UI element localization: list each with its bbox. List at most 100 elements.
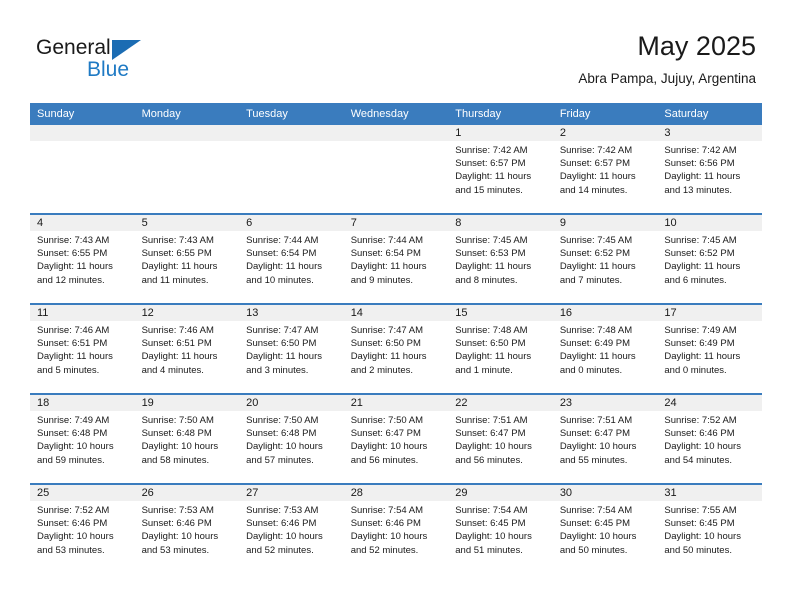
day-details: Sunrise: 7:53 AM Sunset: 6:46 PM Daylight:… bbox=[239, 501, 344, 557]
day-details: Sunrise: 7:54 AM Sunset: 6:46 PM Daylight:… bbox=[344, 501, 449, 557]
calendar-day-cell[interactable]: 27 Sunrise: 7:53 AM Sunset: 6:46 PM Dayligh… bbox=[239, 485, 344, 573]
daylight-text: Daylight: 11 hours and 14 minutes. bbox=[559, 171, 636, 196]
daylight-text: Daylight: 10 hours and 57 minutes. bbox=[246, 441, 323, 466]
calendar-day-cell[interactable]: 20 Sunrise: 7:50 AM Sunset: 6:48 PM Dayligh… bbox=[239, 395, 344, 483]
sunset-text: Sunset: 6:49 PM bbox=[559, 338, 631, 350]
calendar-day-cell[interactable]: 8 Sunrise: 7:45 AM Sunset: 6:53 PM Daylight… bbox=[448, 215, 553, 303]
weekday-header-thursday: Thursday bbox=[455, 108, 502, 120]
daylight-text: Daylight: 11 hours and 5 minutes. bbox=[37, 351, 113, 376]
calendar-day-cell[interactable]: 4 Sunrise: 7:43 AM Sunset: 6:55 PM Daylight… bbox=[30, 215, 135, 303]
weekday-header-row: Sunday Monday Tuesday Wednesday Thursday… bbox=[30, 103, 762, 125]
sunset-text: Sunset: 6:49 PM bbox=[664, 338, 735, 350]
calendar-day-cell[interactable]: 2 Sunrise: 7:42 AM Sunset: 6:57 PM Daylight… bbox=[552, 125, 658, 213]
day-number: 28 bbox=[343, 485, 449, 501]
calendar-day-cell[interactable]: 10 Sunrise: 7:45 AM Sunset: 6:52 PM Dayligh… bbox=[657, 215, 762, 303]
day-number: 9 bbox=[552, 215, 658, 231]
sunset-text: Sunset: 6:50 PM bbox=[455, 338, 526, 350]
calendar-day-cell[interactable]: 13 Sunrise: 7:47 AM Sunset: 6:50 PM Dayligh… bbox=[239, 305, 344, 393]
calendar-day-cell[interactable]: 15 Sunrise: 7:48 AM Sunset: 6:50 PM Dayligh… bbox=[448, 305, 553, 393]
calendar-day-cell-empty bbox=[239, 125, 344, 213]
daylight-text: Daylight: 10 hours and 59 minutes. bbox=[37, 441, 114, 466]
calendar-day-cell[interactable]: 19 Sunrise: 7:50 AM Sunset: 6:48 PM Dayligh… bbox=[134, 395, 240, 483]
title-block: May 2025 Abra Pampa, Jujuy, Argentina bbox=[578, 30, 756, 88]
calendar-day-cell[interactable]: 17 Sunrise: 7:49 AM Sunset: 6:49 PM Dayligh… bbox=[657, 305, 762, 393]
day-number: 20 bbox=[239, 395, 344, 411]
sunset-text: Sunset: 6:57 PM bbox=[559, 158, 631, 170]
sunset-text: Sunset: 6:45 PM bbox=[455, 518, 526, 530]
day-number: 23 bbox=[552, 395, 658, 411]
sunrise-text: Sunrise: 7:50 AM bbox=[350, 415, 424, 426]
sunrise-text: Sunrise: 7:54 AM bbox=[350, 505, 424, 516]
daylight-text: Daylight: 11 hours and 0 minutes. bbox=[664, 351, 741, 376]
day-details: Sunrise: 7:54 AM Sunset: 6:45 PM Daylight:… bbox=[553, 501, 658, 557]
calendar-day-cell[interactable]: 18 Sunrise: 7:49 AM Sunset: 6:48 PM Dayligh… bbox=[30, 395, 135, 483]
day-number: 12 bbox=[134, 305, 240, 321]
calendar-day-cell[interactable]: 21 Sunrise: 7:50 AM Sunset: 6:47 PM Dayligh… bbox=[343, 395, 449, 483]
daylight-text: Daylight: 10 hours and 55 minutes. bbox=[559, 441, 637, 466]
day-number: 16 bbox=[552, 305, 658, 321]
day-number: 22 bbox=[448, 395, 553, 411]
day-number: 25 bbox=[30, 485, 135, 501]
page-header: General Blue May 2025 Abra Pampa, Jujuy,… bbox=[0, 0, 792, 103]
day-number: 10 bbox=[657, 215, 762, 231]
calendar-day-cell[interactable]: 28 Sunrise: 7:54 AM Sunset: 6:46 PM Dayligh… bbox=[343, 485, 449, 573]
day-number: 15 bbox=[448, 305, 553, 321]
calendar-day-cell[interactable]: 3 Sunrise: 7:42 AM Sunset: 6:56 PM Daylight… bbox=[657, 125, 762, 213]
day-number: 31 bbox=[657, 485, 762, 501]
day-number: 8 bbox=[448, 215, 553, 231]
sunrise-text: Sunrise: 7:44 AM bbox=[246, 235, 319, 246]
day-details: Sunrise: 7:45 AM Sunset: 6:52 PM Daylight:… bbox=[553, 231, 658, 287]
calendar-day-cell[interactable]: 29 Sunrise: 7:54 AM Sunset: 6:45 PM Dayligh… bbox=[448, 485, 553, 573]
sunset-text: Sunset: 6:47 PM bbox=[559, 428, 631, 440]
calendar-day-cell[interactable]: 24 Sunrise: 7:52 AM Sunset: 6:46 PM Dayligh… bbox=[657, 395, 762, 483]
day-number: 6 bbox=[239, 215, 344, 231]
weekday-header-tuesday: Tuesday bbox=[246, 108, 288, 120]
calendar-day-cell[interactable]: 7 Sunrise: 7:44 AM Sunset: 6:54 PM Daylight… bbox=[343, 215, 449, 303]
weekday-header-saturday: Saturday bbox=[664, 108, 709, 120]
page-subtitle: Abra Pampa, Jujuy, Argentina bbox=[578, 71, 756, 86]
day-details: Sunrise: 7:46 AM Sunset: 6:51 PM Daylight:… bbox=[135, 321, 240, 377]
sunset-text: Sunset: 6:56 PM bbox=[664, 158, 735, 170]
daylight-text: Daylight: 10 hours and 50 minutes. bbox=[559, 531, 637, 556]
general-blue-logo[interactable]: General Blue bbox=[36, 36, 156, 84]
day-details: Sunrise: 7:52 AM Sunset: 6:46 PM Daylight:… bbox=[657, 411, 762, 467]
day-number bbox=[30, 125, 135, 141]
calendar-day-cell[interactable]: 14 Sunrise: 7:47 AM Sunset: 6:50 PM Dayligh… bbox=[343, 305, 449, 393]
calendar-day-cell[interactable]: 12 Sunrise: 7:46 AM Sunset: 6:51 PM Dayligh… bbox=[134, 305, 240, 393]
day-details: Sunrise: 7:42 AM Sunset: 6:56 PM Daylight:… bbox=[657, 141, 762, 197]
sunset-text: Sunset: 6:45 PM bbox=[664, 518, 735, 530]
day-details: Sunrise: 7:47 AM Sunset: 6:50 PM Daylight:… bbox=[344, 321, 449, 377]
calendar-day-cell[interactable]: 31 Sunrise: 7:55 AM Sunset: 6:45 PM Dayligh… bbox=[657, 485, 762, 573]
day-number bbox=[239, 125, 344, 141]
day-number: 29 bbox=[448, 485, 553, 501]
calendar-day-cell[interactable]: 9 Sunrise: 7:45 AM Sunset: 6:52 PM Daylight… bbox=[552, 215, 658, 303]
sunrise-text: Sunrise: 7:45 AM bbox=[664, 235, 737, 246]
sunset-text: Sunset: 6:50 PM bbox=[350, 338, 421, 350]
day-details: Sunrise: 7:43 AM Sunset: 6:55 PM Daylight:… bbox=[30, 231, 135, 287]
day-details: Sunrise: 7:45 AM Sunset: 6:53 PM Daylight:… bbox=[448, 231, 553, 287]
sunrise-text: Sunrise: 7:54 AM bbox=[455, 505, 528, 516]
calendar-day-cell[interactable]: 1 Sunrise: 7:42 AM Sunset: 6:57 PM Daylight… bbox=[448, 125, 553, 213]
calendar-day-cell[interactable]: 23 Sunrise: 7:51 AM Sunset: 6:47 PM Dayligh… bbox=[552, 395, 658, 483]
sunrise-text: Sunrise: 7:49 AM bbox=[37, 415, 110, 426]
sunset-text: Sunset: 6:54 PM bbox=[246, 248, 317, 260]
calendar-day-cell[interactable]: 30 Sunrise: 7:54 AM Sunset: 6:45 PM Dayligh… bbox=[552, 485, 658, 573]
daylight-text: Daylight: 11 hours and 6 minutes. bbox=[664, 261, 741, 286]
sunset-text: Sunset: 6:46 PM bbox=[37, 518, 108, 530]
sunset-text: Sunset: 6:52 PM bbox=[664, 248, 735, 260]
sunrise-text: Sunrise: 7:45 AM bbox=[455, 235, 528, 246]
sunrise-text: Sunrise: 7:50 AM bbox=[141, 415, 214, 426]
sunset-text: Sunset: 6:46 PM bbox=[664, 428, 735, 440]
sunset-text: Sunset: 6:48 PM bbox=[37, 428, 108, 440]
day-number: 19 bbox=[134, 395, 240, 411]
calendar-day-cell[interactable]: 26 Sunrise: 7:53 AM Sunset: 6:46 PM Dayligh… bbox=[134, 485, 240, 573]
day-details: Sunrise: 7:52 AM Sunset: 6:46 PM Daylight:… bbox=[30, 501, 135, 557]
calendar-day-cell[interactable]: 22 Sunrise: 7:51 AM Sunset: 6:47 PM Dayligh… bbox=[448, 395, 553, 483]
calendar-day-cell[interactable]: 11 Sunrise: 7:46 AM Sunset: 6:51 PM Dayligh… bbox=[30, 305, 135, 393]
calendar-day-cell[interactable]: 5 Sunrise: 7:43 AM Sunset: 6:55 PM Daylight… bbox=[134, 215, 240, 303]
calendar-day-cell[interactable]: 6 Sunrise: 7:44 AM Sunset: 6:54 PM Daylight… bbox=[239, 215, 344, 303]
calendar-day-cell[interactable]: 25 Sunrise: 7:52 AM Sunset: 6:46 PM Dayligh… bbox=[30, 485, 135, 573]
day-details: Sunrise: 7:49 AM Sunset: 6:49 PM Daylight:… bbox=[657, 321, 762, 377]
calendar-day-cell[interactable]: 16 Sunrise: 7:48 AM Sunset: 6:49 PM Dayligh… bbox=[552, 305, 658, 393]
sunrise-text: Sunrise: 7:42 AM bbox=[664, 145, 737, 156]
